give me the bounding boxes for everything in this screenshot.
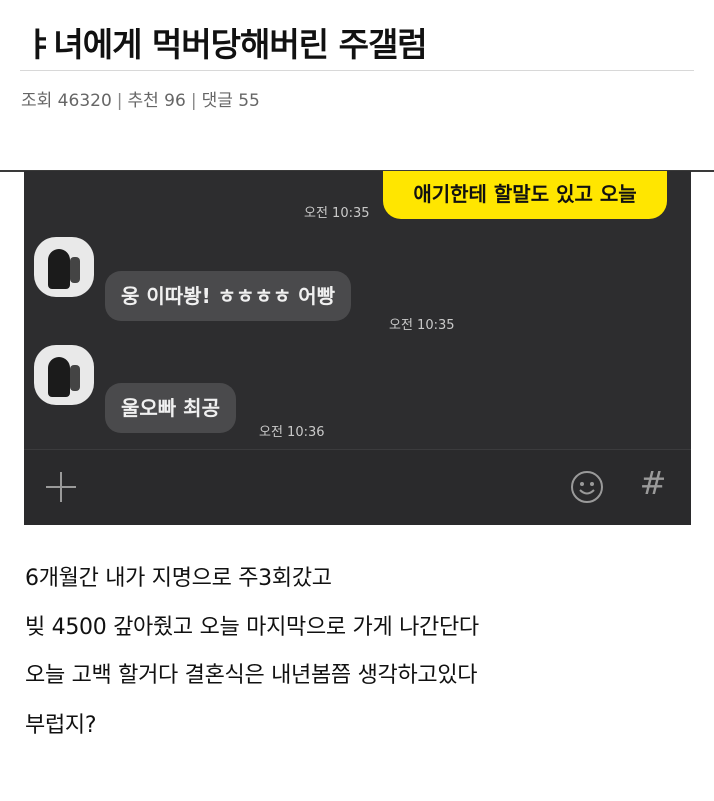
avatar-figure [48,357,70,397]
avatar-figure [70,257,80,283]
avatar [34,237,94,297]
plus-icon[interactable] [44,470,78,504]
other-message-bubble: 웅 이따봥! ㅎㅎㅎㅎ 어빵 [105,271,352,321]
post-body-line: 빚 4500 갚아줬고 오늘 마지막으로 가게 나간단다 [25,615,479,640]
post-meta: 조회 46320 | 추천 96 | 댓글 55 [21,86,260,111]
recommend-count: 추천 96 [127,91,186,111]
avatar [34,345,94,405]
hash-icon[interactable]: # [636,464,670,502]
smiley-icon[interactable] [570,470,604,504]
post-body-line: 부럽지? [25,713,97,738]
my-message-bubble: 애기한테 할말도 있고 오늘 [383,171,667,219]
message-time: 오전 10:35 [304,206,370,221]
chat-screenshot: 애기한테 할말도 있고 오늘 오전 10:35 웅 이따봥! ㅎㅎㅎㅎ 어빵 오… [24,171,691,525]
post-title: ㅑ녀에게 먹버당해버린 주갤럼 [24,25,428,64]
title-divider [20,70,694,71]
meta-separator: | [190,91,197,111]
message-time: 오전 10:36 [259,425,325,440]
meta-separator: | [116,91,123,111]
message-time: 오전 10:35 [389,318,455,333]
post-body-line: 오늘 고백 할거다 결혼식은 내년봄쯤 생각하고있다 [25,663,478,688]
avatar-figure [48,249,70,289]
other-message-bubble: 울오빠 최공 [105,383,236,433]
chat-input-bar: # [24,449,691,525]
post-body-line: 6개월간 내가 지명으로 주3회갔고 [25,566,332,591]
comment-count: 댓글 55 [201,91,260,111]
avatar-figure [70,365,80,391]
view-count: 조회 46320 [21,91,112,111]
